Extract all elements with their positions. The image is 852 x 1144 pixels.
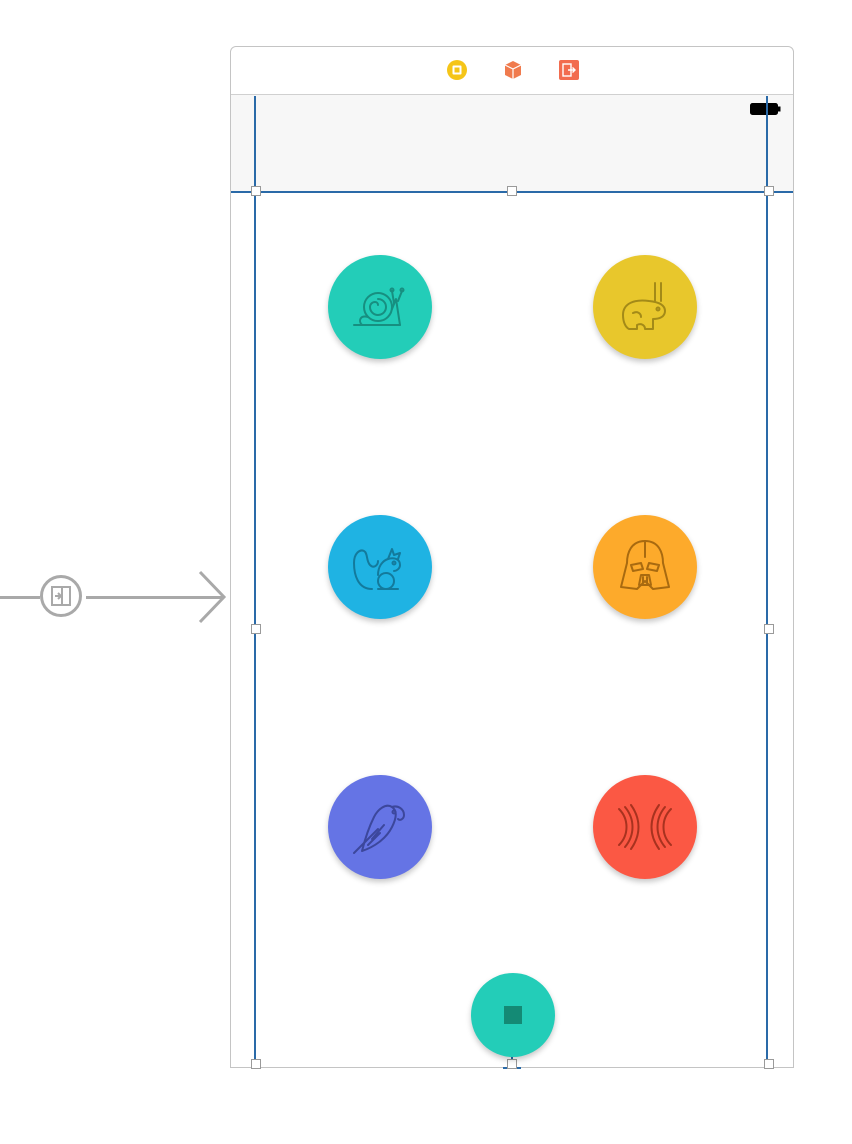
resize-handle[interactable]	[764, 624, 774, 634]
resize-handle[interactable]	[507, 186, 517, 196]
resize-handle[interactable]	[507, 1059, 517, 1069]
snail-button[interactable]	[328, 255, 432, 359]
entry-arrow-head-icon	[198, 570, 227, 624]
exit-icon[interactable]	[558, 59, 580, 81]
resize-handle[interactable]	[251, 1059, 261, 1069]
vader-helmet-icon	[620, 540, 670, 590]
entry-arrow-line	[0, 596, 40, 599]
reverse-waves-icon	[618, 804, 672, 850]
status-bar	[231, 95, 793, 192]
rabbit-button[interactable]	[593, 255, 697, 359]
leading-margin-guide	[254, 96, 256, 1069]
stop-button[interactable]	[471, 973, 555, 1057]
scene-dock	[231, 47, 793, 95]
stop-icon	[504, 1006, 522, 1024]
resize-handle[interactable]	[764, 1059, 774, 1069]
first-responder-icon[interactable]	[502, 59, 524, 81]
view-controller-scene[interactable]	[230, 46, 794, 1069]
squirrel-button[interactable]	[328, 515, 432, 619]
view-controller-icon[interactable]	[446, 59, 468, 81]
reverse-button[interactable]	[593, 775, 697, 879]
squirrel-icon	[353, 548, 401, 590]
vader-button[interactable]	[593, 515, 697, 619]
resize-handle[interactable]	[251, 624, 261, 634]
trailing-margin-guide	[766, 96, 768, 1069]
parrot-button[interactable]	[328, 775, 432, 879]
resize-handle[interactable]	[764, 186, 774, 196]
resize-handle[interactable]	[251, 186, 261, 196]
snail-icon	[353, 287, 405, 326]
parrot-icon	[353, 804, 405, 854]
rabbit-icon	[622, 282, 666, 330]
storyboard-entry-icon[interactable]	[40, 575, 82, 617]
